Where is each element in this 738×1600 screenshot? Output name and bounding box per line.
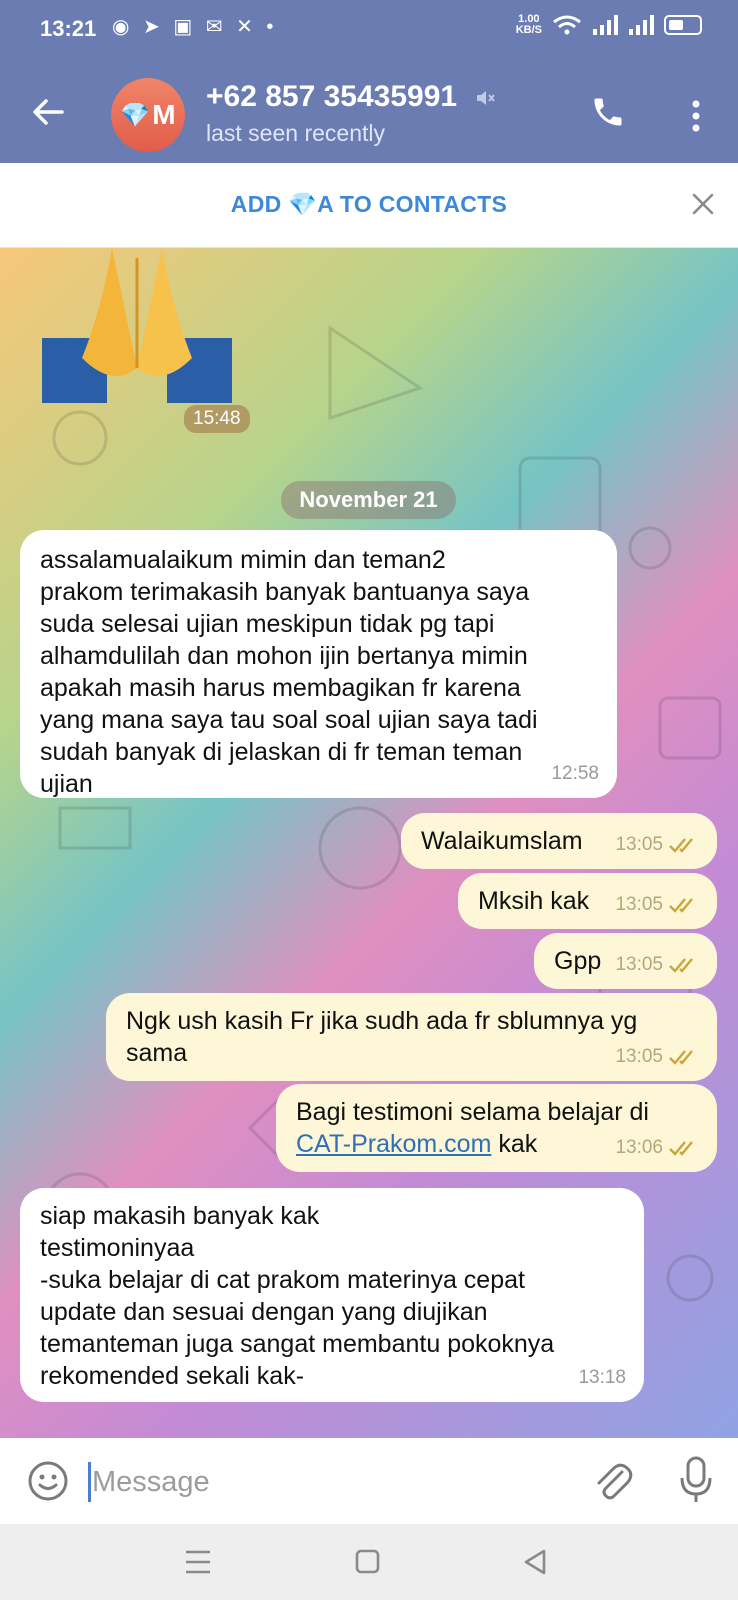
contact-status: last seen recently xyxy=(206,120,385,146)
message-input[interactable] xyxy=(92,1460,562,1504)
message-composer xyxy=(0,1438,738,1524)
message-time: 13:05 xyxy=(615,894,663,915)
link-cat-prakom[interactable]: CAT-Prakom.com xyxy=(296,1130,491,1158)
system-nav-bar xyxy=(0,1524,738,1600)
more-menu-button[interactable] xyxy=(686,96,706,136)
double-check-icon xyxy=(669,1141,693,1156)
back-triangle-icon xyxy=(524,1549,546,1575)
message-meta: 13:06 xyxy=(615,1132,699,1164)
message-text: Ngk ush kasih Fr jika sudh ada fr sblumn… xyxy=(126,1007,638,1067)
status-bar: 13:21 ◉ ➤ ▣ ✉ ✕ • 1.00 KB/S xyxy=(0,0,738,56)
contact-name[interactable]: +62 857 35435991 xyxy=(206,80,496,114)
message-bubble-outgoing[interactable]: Gpp 13:05 xyxy=(534,933,717,989)
status-right: 1.00 KB/S xyxy=(516,14,702,36)
message-time: 13:18 xyxy=(578,1367,626,1388)
message-meta: 12:58 xyxy=(551,758,599,790)
mute-icon xyxy=(477,91,496,106)
sticker-timestamp: 15:48 xyxy=(184,405,250,433)
chat-area[interactable]: 15:48 November 21 assalamualaikum mimin … xyxy=(0,248,738,1438)
message-text: assalamualaikum mimin dan teman2 prakom … xyxy=(40,546,538,798)
close-icon xyxy=(692,193,714,215)
notification-icons: ◉ ➤ ▣ ✉ ✕ • xyxy=(112,16,278,38)
attach-button[interactable] xyxy=(592,1460,634,1502)
message-bubble-incoming[interactable]: siap makasih banyak kak testimoninyaa -s… xyxy=(20,1188,644,1402)
message-time: 13:05 xyxy=(615,834,663,855)
call-button[interactable] xyxy=(590,94,630,134)
double-check-icon xyxy=(669,958,693,973)
emoji-icon xyxy=(28,1461,68,1501)
back-nav-button[interactable] xyxy=(516,1544,556,1580)
recent-apps-button[interactable] xyxy=(178,1544,218,1580)
signal-icon-2 xyxy=(629,15,654,35)
back-arrow-icon xyxy=(33,99,64,125)
message-time: 12:58 xyxy=(551,763,599,784)
mic-icon xyxy=(680,1456,712,1502)
add-to-contacts-button[interactable]: ADD 💎A TO CONTACTS xyxy=(0,191,738,218)
add-contact-bar: ADD 💎A TO CONTACTS xyxy=(0,163,738,248)
status-time: 13:21 xyxy=(40,16,97,41)
text-cursor xyxy=(88,1462,91,1502)
double-check-icon xyxy=(669,1050,693,1065)
message-time: 13:06 xyxy=(615,1137,663,1158)
signal-icon xyxy=(593,15,618,35)
double-check-icon xyxy=(669,838,693,853)
message-bubble-outgoing[interactable]: Bagi testimoni selama belajar di CAT-Pra… xyxy=(276,1084,717,1172)
diamond-icon: 💎 xyxy=(120,101,151,129)
network-speed: 1.00 KB/S xyxy=(515,13,542,36)
attach-icon xyxy=(597,1463,633,1500)
message-meta: 13:05 xyxy=(615,949,699,981)
double-check-icon xyxy=(669,898,693,913)
message-text: siap makasih banyak kak testimoninyaa -s… xyxy=(40,1202,555,1390)
message-bubble-outgoing[interactable]: Ngk ush kasih Fr jika sudh ada fr sblumn… xyxy=(106,993,717,1081)
message-time: 13:05 xyxy=(615,954,663,975)
avatar[interactable]: 💎 M xyxy=(111,78,185,152)
more-vertical-icon xyxy=(692,100,700,132)
chat-header: 13:21 ◉ ➤ ▣ ✉ ✕ • 1.00 KB/S 💎 M +62 857 … xyxy=(0,0,738,163)
message-bubble-outgoing[interactable]: Walaikumslam 13:05 xyxy=(401,813,717,869)
wifi-icon xyxy=(553,15,581,35)
battery-icon xyxy=(664,15,702,35)
home-button[interactable] xyxy=(347,1544,387,1580)
message-bubble-incoming[interactable]: assalamualaikum mimin dan teman2 prakom … xyxy=(20,530,617,798)
message-meta: 13:05 xyxy=(615,1041,699,1073)
voice-record-button[interactable] xyxy=(678,1456,714,1504)
message-meta: 13:05 xyxy=(615,829,699,861)
praying-hands-sticker xyxy=(42,248,232,403)
add-bar-close-button[interactable] xyxy=(690,191,718,219)
phone-icon xyxy=(594,98,622,126)
emoji-button[interactable] xyxy=(27,1460,69,1502)
back-button[interactable] xyxy=(28,92,68,132)
message-bubble-outgoing[interactable]: Mksih kak 13:05 xyxy=(458,873,717,929)
message-time: 13:05 xyxy=(615,1046,663,1067)
message-meta: 13:18 xyxy=(578,1362,626,1394)
menu-icon xyxy=(186,1550,210,1574)
home-icon xyxy=(355,1549,380,1574)
message-meta: 13:05 xyxy=(615,889,699,921)
date-separator: November 21 xyxy=(281,481,456,519)
